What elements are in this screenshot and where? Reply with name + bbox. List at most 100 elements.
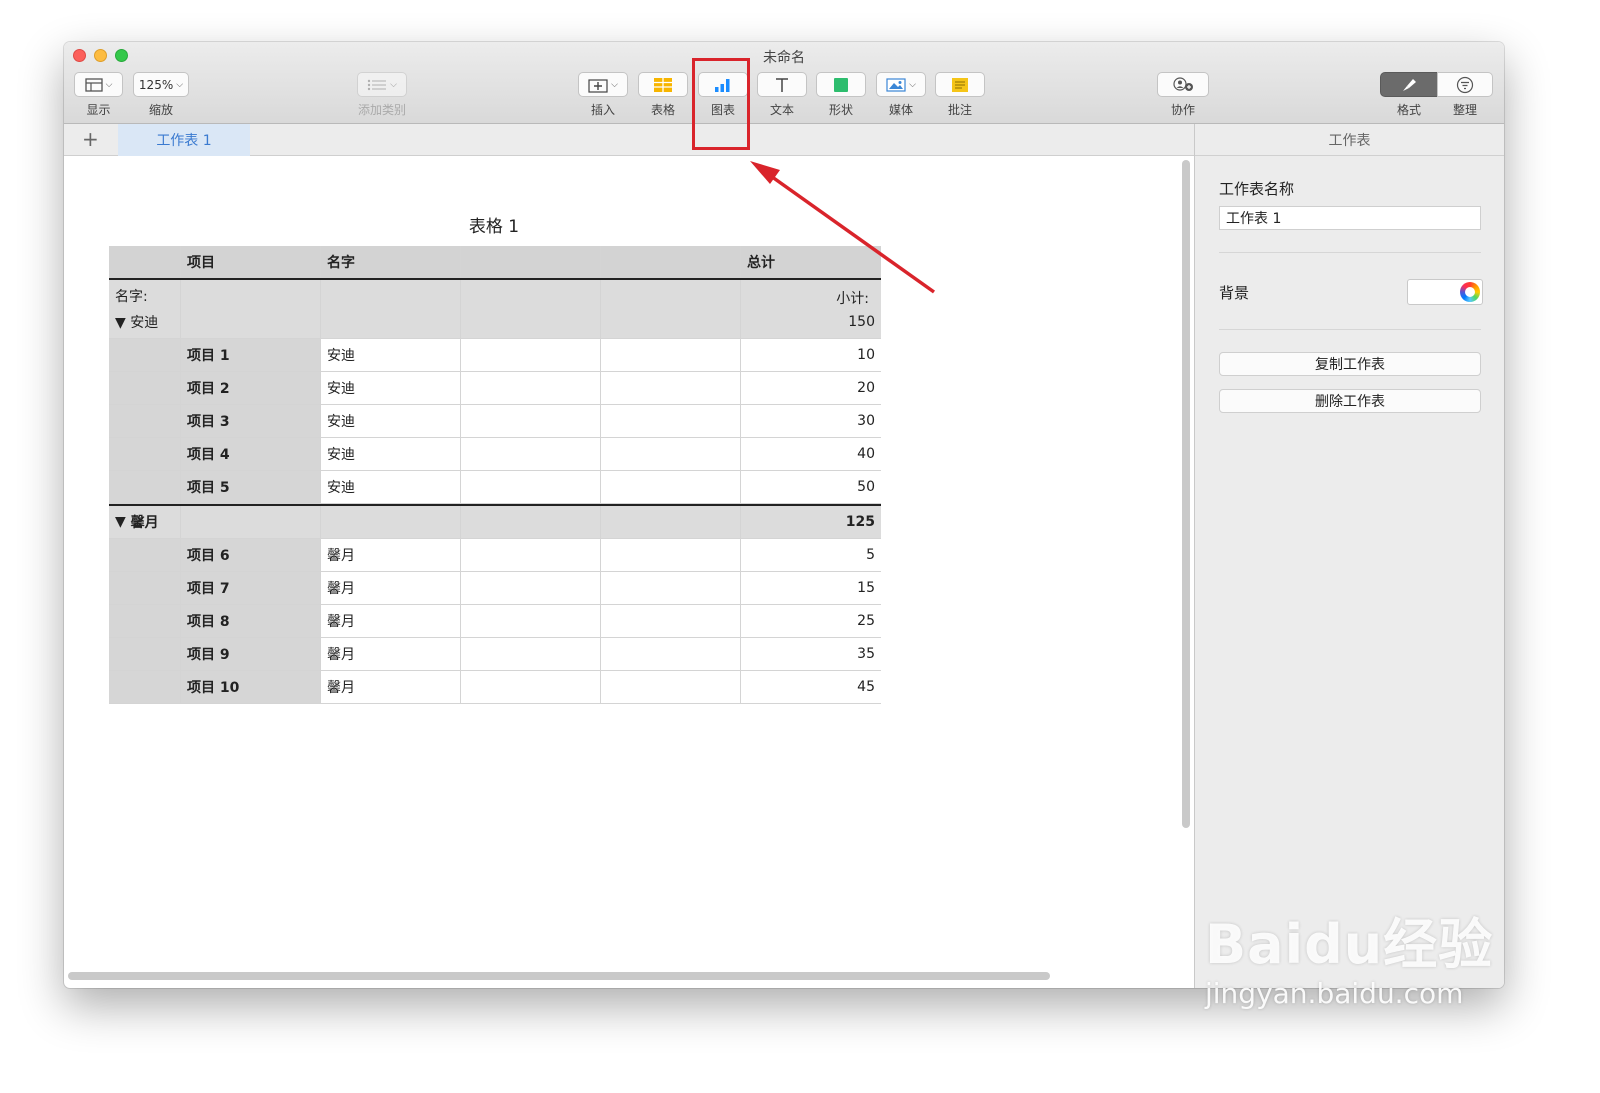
table-cell[interactable] [109, 405, 181, 437]
table-cell[interactable] [109, 372, 181, 404]
item-cell[interactable]: 项目 3 [181, 405, 321, 437]
total-cell[interactable]: 50 [741, 471, 881, 503]
table-cell[interactable] [601, 405, 741, 437]
media-control[interactable]: ⌵ 媒体 [876, 72, 926, 118]
zoom-select[interactable]: 125% ⌵ [133, 72, 189, 97]
name-cell[interactable]: 馨月 [321, 539, 461, 571]
total-cell[interactable]: 15 [741, 572, 881, 604]
item-cell[interactable]: 项目 2 [181, 372, 321, 404]
item-cell[interactable]: 项目 10 [181, 671, 321, 703]
table-cell[interactable] [601, 605, 741, 637]
item-cell[interactable]: 项目 7 [181, 572, 321, 604]
table-cell[interactable] [461, 539, 601, 571]
format-control[interactable]: 格式 [1380, 72, 1438, 118]
add-category-control[interactable]: ⌵ 添加类别 [357, 72, 407, 118]
name-cell[interactable]: 馨月 [321, 572, 461, 604]
subtotal-value[interactable]: 125 [741, 506, 881, 538]
insert-control[interactable]: ⌵ 插入 [578, 72, 628, 118]
format-button[interactable] [1380, 72, 1438, 97]
total-cell[interactable]: 30 [741, 405, 881, 437]
delete-sheet-button[interactable]: 删除工作表 [1219, 389, 1481, 413]
total-cell[interactable]: 10 [741, 339, 881, 371]
table-title[interactable]: 表格 1 [444, 212, 544, 237]
total-cell[interactable]: 35 [741, 638, 881, 670]
total-cell[interactable]: 45 [741, 671, 881, 703]
table-cell[interactable] [601, 280, 741, 338]
name-cell[interactable]: 安迪 [321, 372, 461, 404]
table-cell[interactable] [601, 438, 741, 470]
table-cell[interactable] [601, 339, 741, 371]
table-cell[interactable] [461, 471, 601, 503]
table-cell[interactable] [601, 572, 741, 604]
header-cell[interactable]: 总计 [741, 246, 881, 278]
duplicate-sheet-button[interactable]: 复制工作表 [1219, 352, 1481, 376]
view-button[interactable]: ⌵ [74, 72, 123, 97]
table-cell[interactable] [461, 372, 601, 404]
table-cell[interactable] [109, 671, 181, 703]
item-cell[interactable]: 项目 9 [181, 638, 321, 670]
total-cell[interactable]: 20 [741, 372, 881, 404]
name-cell[interactable]: 馨月 [321, 605, 461, 637]
table-cell[interactable] [461, 605, 601, 637]
table-cell[interactable] [321, 506, 461, 538]
table-cell[interactable] [321, 280, 461, 338]
table-cell[interactable] [109, 471, 181, 503]
table-cell[interactable] [109, 339, 181, 371]
text-control[interactable]: 文本 [757, 72, 807, 118]
disclosure-triangle-icon[interactable]: ▼ [115, 315, 130, 331]
name-cell[interactable]: 馨月 [321, 638, 461, 670]
tab-sheet-1[interactable]: 工作表 1 [118, 124, 250, 156]
view-control[interactable]: ⌵ 显示 [74, 72, 123, 118]
header-cell[interactable] [109, 246, 181, 278]
table-button[interactable] [638, 72, 688, 97]
color-wheel-icon[interactable] [1460, 282, 1480, 302]
group-label-cell[interactable]: 名字: ▼ 安迪 [109, 280, 181, 338]
name-cell[interactable]: 安迪 [321, 438, 461, 470]
table-cell[interactable] [461, 572, 601, 604]
vertical-scrollbar[interactable] [1182, 160, 1190, 828]
table-cell[interactable] [181, 280, 321, 338]
collaborate-control[interactable]: 协作 [1157, 72, 1209, 118]
table-cell[interactable] [109, 539, 181, 571]
group-name[interactable]: ▼ 安迪 [115, 312, 174, 332]
text-button[interactable] [757, 72, 807, 97]
organize-button[interactable] [1437, 72, 1493, 97]
table-cell[interactable] [461, 280, 601, 338]
header-cell[interactable]: 名字 [321, 246, 461, 278]
table-cell[interactable] [461, 671, 601, 703]
total-cell[interactable]: 25 [741, 605, 881, 637]
comment-control[interactable]: 批注 [935, 72, 985, 118]
table-cell[interactable] [109, 638, 181, 670]
total-cell[interactable]: 5 [741, 539, 881, 571]
table-cell[interactable] [109, 438, 181, 470]
table-control[interactable]: 表格 [638, 72, 688, 118]
item-cell[interactable]: 项目 4 [181, 438, 321, 470]
zoom-control[interactable]: 125% ⌵ 缩放 [133, 72, 189, 118]
name-cell[interactable]: 馨月 [321, 671, 461, 703]
header-cell[interactable] [461, 246, 601, 278]
table-cell[interactable] [601, 372, 741, 404]
name-cell[interactable]: 安迪 [321, 339, 461, 371]
name-cell[interactable]: 安迪 [321, 471, 461, 503]
shape-control[interactable]: 形状 [816, 72, 866, 118]
subtotal-cell[interactable]: 小计: 150 [741, 280, 881, 338]
add-category-button[interactable]: ⌵ [357, 72, 407, 97]
background-color-well[interactable] [1407, 279, 1483, 305]
collaborate-button[interactable] [1157, 72, 1209, 97]
data-table[interactable]: 项目 名字 总计 名字: ▼ 安迪 小计: 150 项目 1 安迪 10 项目 … [109, 246, 881, 704]
table-cell[interactable] [181, 506, 321, 538]
horizontal-scrollbar[interactable] [68, 972, 1050, 980]
table-cell[interactable] [461, 438, 601, 470]
table-cell[interactable] [601, 638, 741, 670]
table-cell[interactable] [461, 405, 601, 437]
item-cell[interactable]: 项目 8 [181, 605, 321, 637]
add-sheet-button[interactable]: + [82, 127, 99, 151]
table-cell[interactable] [461, 339, 601, 371]
shape-button[interactable] [816, 72, 866, 97]
table-cell[interactable] [461, 638, 601, 670]
name-cell[interactable]: 安迪 [321, 405, 461, 437]
comment-button[interactable] [935, 72, 985, 97]
organize-control[interactable]: 整理 [1437, 72, 1493, 118]
item-cell[interactable]: 项目 5 [181, 471, 321, 503]
table-cell[interactable] [461, 506, 601, 538]
